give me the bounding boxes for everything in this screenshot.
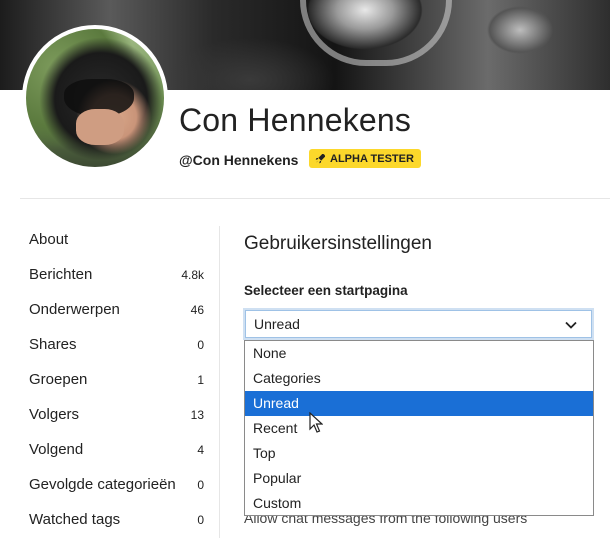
sidebar-item-label: Volgers — [29, 406, 80, 423]
avatar[interactable] — [22, 25, 168, 171]
sidebar-item-count: 1 — [197, 372, 204, 387]
sidebar-item-onderwerpen[interactable]: Onderwerpen 46 — [29, 292, 204, 327]
sidebar-item-gevolgde-categorieen[interactable]: Gevolgde categorieën 0 — [29, 467, 204, 502]
profile-sidebar: About Berichten 4.8k Onderwerpen 46 Shar… — [29, 222, 204, 537]
sidebar-item-volgers[interactable]: Volgers 13 — [29, 397, 204, 432]
sidebar-item-berichten[interactable]: Berichten 4.8k — [29, 257, 204, 292]
sidebar-item-count: 4 — [197, 442, 204, 457]
option-recent[interactable]: Recent — [245, 416, 593, 441]
sidebar-item-volgend[interactable]: Volgend 4 — [29, 432, 204, 467]
sidebar-item-count: 4.8k — [181, 267, 204, 282]
chevron-down-icon — [565, 321, 577, 329]
sidebar-item-count: 0 — [197, 477, 204, 492]
profile-name: Con Hennekens — [179, 102, 412, 138]
avatar-face — [76, 109, 124, 145]
mouse-pointer-icon — [309, 412, 323, 433]
badge-label: ALPHA TESTER — [330, 152, 414, 165]
sidebar-item-count: 0 — [197, 337, 204, 352]
sidebar-item-groepen[interactable]: Groepen 1 — [29, 362, 204, 397]
header-divider — [20, 198, 610, 199]
sidebar-item-shares[interactable]: Shares 0 — [29, 327, 204, 362]
sidebar-item-label: Onderwerpen — [29, 301, 120, 318]
option-popular[interactable]: Popular — [245, 466, 593, 491]
sidebar-item-label: Gevolgde categorieën — [29, 476, 176, 493]
sidebar-item-label: About — [29, 231, 69, 248]
option-none[interactable]: None — [245, 341, 593, 366]
start-page-options: None Categories Unread Recent Top Popula… — [244, 340, 594, 516]
option-top[interactable]: Top — [245, 441, 593, 466]
sidebar-item-count: 46 — [190, 302, 204, 317]
sidebar-item-about[interactable]: About — [29, 222, 204, 257]
motorcycle-headlight-decoration — [300, 0, 452, 66]
sidebar-item-label: Volgend — [29, 441, 84, 458]
sidebar-item-label: Watched tags — [29, 511, 121, 528]
option-custom[interactable]: Custom — [245, 491, 593, 516]
option-categories[interactable]: Categories — [245, 366, 593, 391]
sidebar-item-count: 13 — [190, 407, 204, 422]
option-unread[interactable]: Unread — [245, 391, 593, 416]
rocket-icon — [315, 153, 326, 164]
page-title: Gebruikersinstellingen — [244, 233, 432, 254]
start-page-label: Selecteer een startpagina — [244, 283, 408, 298]
start-page-select-value: Unread — [254, 316, 300, 332]
sidebar-item-label: Shares — [29, 336, 77, 353]
sidebar-item-watched-tags[interactable]: Watched tags 0 — [29, 502, 204, 537]
sidebar-divider — [219, 226, 220, 538]
sidebar-item-label: Groepen — [29, 371, 88, 388]
start-page-select[interactable]: Unread — [243, 308, 594, 340]
sidebar-item-count: 0 — [197, 512, 204, 527]
profile-handle: @Con Hennekens — [179, 152, 299, 168]
sidebar-item-label: Berichten — [29, 266, 93, 283]
alpha-tester-badge: ALPHA TESTER — [309, 149, 421, 168]
